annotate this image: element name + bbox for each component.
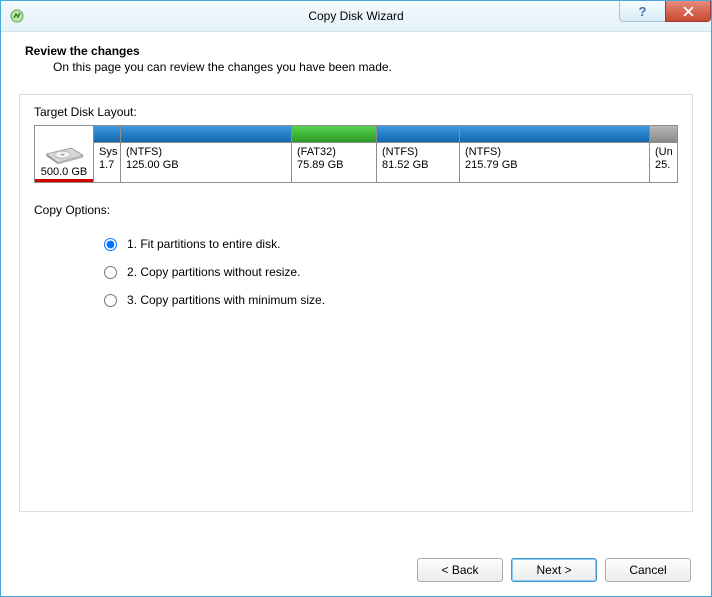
- partition-ntfs-1[interactable]: (NTFS) 125.00 GB: [121, 126, 292, 182]
- partition-bar: [94, 126, 120, 143]
- app-icon: [9, 8, 25, 24]
- target-disk-label: Target Disk Layout:: [34, 105, 678, 119]
- help-icon: ?: [639, 4, 647, 19]
- partition-fat32[interactable]: (FAT32) 75.89 GB: [292, 126, 377, 182]
- radio-fit-partitions[interactable]: [104, 238, 117, 251]
- cancel-button[interactable]: Cancel: [605, 558, 691, 582]
- copy-options-section: Copy Options: 1. Fit partitions to entir…: [34, 203, 678, 307]
- page-title: Review the changes: [25, 44, 705, 58]
- partition-bar: [292, 126, 376, 143]
- partition-ntfs-3[interactable]: (NTFS) 215.79 GB: [460, 126, 650, 182]
- disk-device[interactable]: 500.0 GB: [35, 126, 94, 182]
- window-title: Copy Disk Wizard: [1, 9, 711, 23]
- help-button[interactable]: ?: [619, 1, 665, 22]
- page-subtitle: On this page you can review the changes …: [25, 58, 705, 74]
- partition-bar: [460, 126, 649, 143]
- radio-copy-without-resize[interactable]: [104, 266, 117, 279]
- partition-unallocated[interactable]: (Un 25.: [650, 126, 677, 182]
- partition-ntfs-2[interactable]: (NTFS) 81.52 GB: [377, 126, 460, 182]
- partition-info: (NTFS) 125.00 GB: [121, 143, 291, 182]
- partition-info: (NTFS) 215.79 GB: [460, 143, 649, 182]
- option-copy-minimum-size[interactable]: 3. Copy partitions with minimum size.: [104, 293, 678, 307]
- window-buttons: ?: [619, 1, 711, 22]
- partition-bar: [121, 126, 291, 143]
- option-label: 3. Copy partitions with minimum size.: [127, 293, 325, 307]
- next-button[interactable]: Next >: [511, 558, 597, 582]
- wizard-window: Copy Disk Wizard ? Review the changes On…: [0, 0, 712, 597]
- back-button[interactable]: < Back: [417, 558, 503, 582]
- option-label: 1. Fit partitions to entire disk.: [127, 237, 280, 251]
- disk-layout: 500.0 GB Sys 1.7 (NTFS) 125.00 GB: [34, 125, 678, 183]
- partition-info: (NTFS) 81.52 GB: [377, 143, 459, 182]
- partition-bar: [650, 126, 677, 143]
- disk-size: 500.0 GB: [35, 166, 93, 182]
- hdd-icon: [42, 136, 86, 166]
- page-header: Review the changes On this page you can …: [1, 32, 711, 84]
- radio-copy-minimum-size[interactable]: [104, 294, 117, 307]
- partition-info: (FAT32) 75.89 GB: [292, 143, 376, 182]
- close-button[interactable]: [665, 1, 711, 22]
- partition-bar: [377, 126, 459, 143]
- partition-system-reserved[interactable]: Sys 1.7: [94, 126, 121, 182]
- partition-info: Sys 1.7: [94, 143, 120, 182]
- option-copy-without-resize[interactable]: 2. Copy partitions without resize.: [104, 265, 678, 279]
- title-bar: Copy Disk Wizard ?: [1, 1, 711, 32]
- partition-info: (Un 25.: [650, 143, 677, 182]
- option-label: 2. Copy partitions without resize.: [127, 265, 300, 279]
- close-icon: [683, 6, 694, 17]
- option-fit-partitions[interactable]: 1. Fit partitions to entire disk.: [104, 237, 678, 251]
- footer-buttons: < Back Next > Cancel: [417, 558, 691, 582]
- copy-options-label: Copy Options:: [34, 203, 678, 217]
- main-panel: Target Disk Layout: 500.0 GB Sys 1.7: [19, 94, 693, 512]
